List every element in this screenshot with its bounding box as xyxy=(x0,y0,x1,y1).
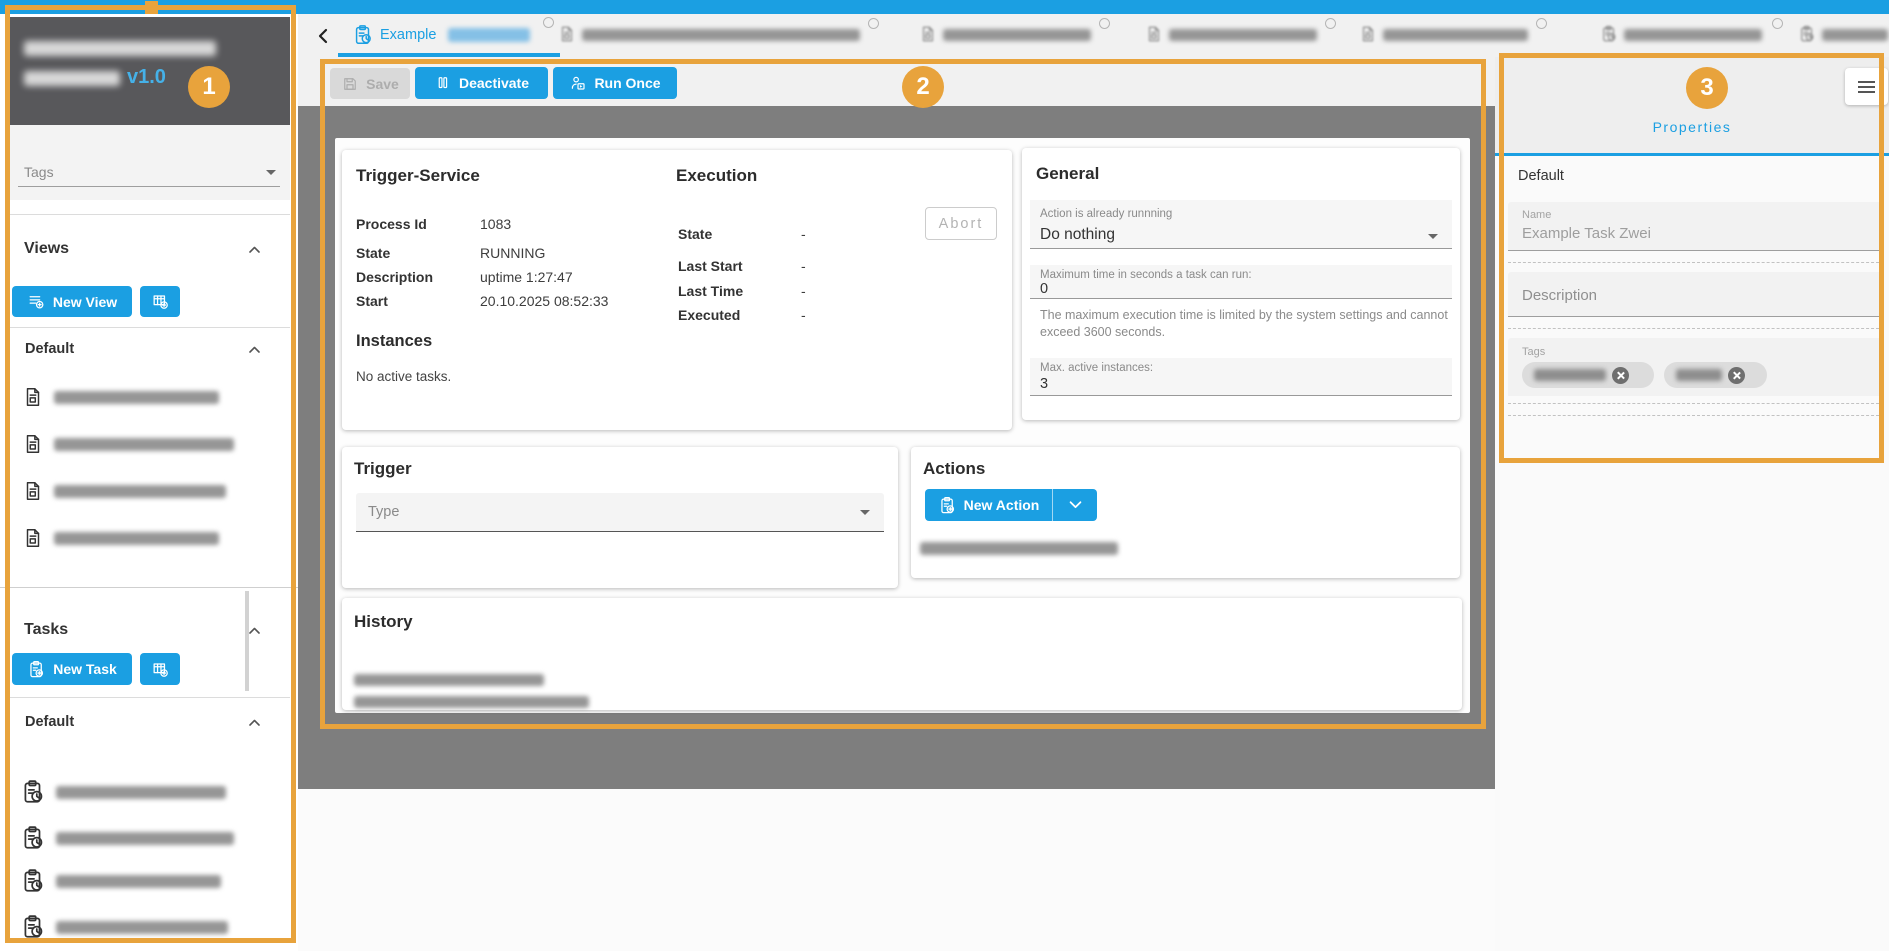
tab-document-icon xyxy=(919,25,937,43)
tab-label-blurred xyxy=(582,29,860,41)
tab-active-example[interactable]: Example xyxy=(338,14,560,57)
tab-blurred[interactable] xyxy=(1145,14,1345,57)
app-window: v1.0 Tags Views New View Default xyxy=(0,0,1889,951)
tab-blurred[interactable] xyxy=(1359,14,1554,57)
tab-label-blurred xyxy=(943,29,1091,41)
back-chevron-icon[interactable] xyxy=(312,24,336,48)
tab-blurred[interactable] xyxy=(558,14,888,57)
tab-blurred[interactable] xyxy=(919,14,1119,57)
tab-label-blurred xyxy=(1383,29,1528,41)
top-bar-annotation-gap xyxy=(145,1,158,14)
annotation-marker-3: 3 xyxy=(1686,67,1728,109)
tab-document-icon xyxy=(1145,25,1163,43)
annotation-box-1 xyxy=(5,5,296,943)
annotation-marker-3-number: 3 xyxy=(1700,74,1713,102)
tab-close-icon[interactable] xyxy=(543,17,554,28)
tab-document-icon xyxy=(1359,25,1377,43)
annotation-marker-2-number: 2 xyxy=(916,73,929,101)
annotation-box-3 xyxy=(1499,53,1884,463)
tab-close-icon[interactable] xyxy=(1772,18,1783,29)
tab-blurred[interactable] xyxy=(1600,14,1790,57)
tab-blurred[interactable] xyxy=(1798,14,1889,57)
clipboard-clock-icon xyxy=(352,24,374,46)
tab-clipboard-icon xyxy=(1798,25,1816,43)
annotation-marker-1-number: 1 xyxy=(202,73,215,101)
tab-close-icon[interactable] xyxy=(868,18,879,29)
tab-label-blurred xyxy=(1624,29,1762,41)
tab-clipboard-icon xyxy=(1600,25,1618,43)
tab-bar: Example xyxy=(298,14,1889,57)
tab-document-icon xyxy=(558,25,576,43)
tab-close-icon[interactable] xyxy=(1099,18,1110,29)
tab-label-blurred xyxy=(1822,29,1888,41)
tab-close-icon[interactable] xyxy=(1536,18,1547,29)
annotation-box-2 xyxy=(320,59,1486,729)
workspace-lower-area xyxy=(298,789,1495,951)
tab-active-suffix-blurred xyxy=(448,28,530,42)
tab-close-icon[interactable] xyxy=(1325,18,1336,29)
annotation-marker-2: 2 xyxy=(902,66,944,108)
tab-label-blurred xyxy=(1169,29,1317,41)
annotation-marker-1: 1 xyxy=(188,66,230,108)
tab-active-label: Example xyxy=(380,27,436,43)
